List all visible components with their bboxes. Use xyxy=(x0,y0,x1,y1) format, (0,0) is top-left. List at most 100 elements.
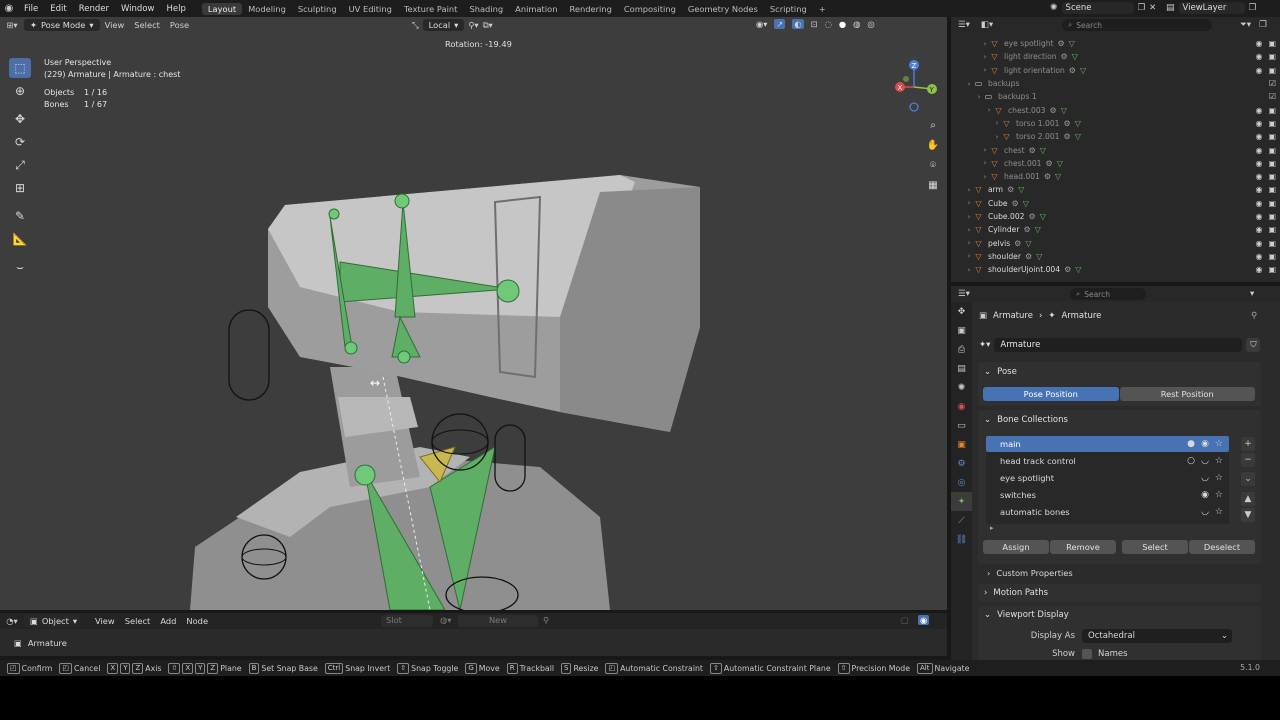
render-camera-icon[interactable]: ▣ xyxy=(1268,212,1276,221)
pose-panel-header[interactable]: ⌄ Pose xyxy=(978,362,1261,382)
eye-icon[interactable]: ◉ xyxy=(1201,490,1209,500)
mesh-data-icon[interactable]: ▽ xyxy=(1080,66,1086,75)
pan-hand-icon[interactable]: ✋ xyxy=(924,136,942,154)
mesh-data-icon[interactable]: ▽ xyxy=(1057,159,1063,168)
render-camera-icon[interactable]: ▣ xyxy=(1268,52,1276,61)
expand-arrow-icon[interactable]: › xyxy=(993,119,1001,127)
scale-tool-icon[interactable]: ⤢ xyxy=(9,155,31,175)
tab-layout[interactable]: Layout xyxy=(201,2,243,15)
editor-type-icon[interactable]: ☰▾ xyxy=(951,20,977,30)
eye-closed-icon[interactable]: ◡ xyxy=(1201,456,1209,466)
display-as-dropdown[interactable]: Octahedral ⌄ xyxy=(1082,629,1232,643)
shading-rendered-icon[interactable]: ◎ xyxy=(867,19,874,29)
render-camera-icon[interactable]: ▣ xyxy=(1268,185,1276,194)
bone-size-tool-icon[interactable]: ⌣ xyxy=(9,257,31,277)
expand-list-icon[interactable]: ▸ xyxy=(990,524,994,532)
tab-scripting[interactable]: Scripting xyxy=(764,3,813,15)
bone-collection-item[interactable]: main ● ◉ ☆ xyxy=(986,436,1229,452)
outliner-row[interactable]: › ▽ chest.001 ⚙ ▽ ◉ ▣ xyxy=(951,157,1280,170)
collection-checkbox-icon[interactable]: ☑ xyxy=(1269,79,1276,88)
pose-position-button[interactable]: Pose Position xyxy=(983,387,1119,401)
gizmo-toggle-icon[interactable]: ↗ xyxy=(774,19,786,29)
outliner-row[interactable]: › ▽ chest.003 ⚙ ▽ ◉ ▣ xyxy=(951,104,1280,117)
expand-arrow-icon[interactable]: › xyxy=(965,199,973,207)
outliner-search-input[interactable]: ⌕ Search xyxy=(1062,19,1212,31)
datablock-name-field[interactable]: Armature xyxy=(994,338,1243,352)
render-camera-icon[interactable]: ▣ xyxy=(1268,132,1276,141)
menu-view[interactable]: View xyxy=(100,20,130,30)
shading-material-icon[interactable]: ◍ xyxy=(853,19,860,29)
eye-icon[interactable]: ◉ xyxy=(1255,239,1262,248)
render-camera-icon[interactable]: ▣ xyxy=(1268,66,1276,75)
expand-arrow-icon[interactable]: › xyxy=(965,213,973,221)
outliner-row[interactable]: › ▭ backups ☑ xyxy=(951,77,1280,90)
material-browse-icon[interactable]: ◍▾ xyxy=(440,615,451,625)
star-icon[interactable]: ☆ xyxy=(1215,473,1223,483)
expand-arrow-icon[interactable]: › xyxy=(981,53,989,61)
select-button[interactable]: Select xyxy=(1122,540,1188,554)
menu-edit[interactable]: Edit xyxy=(44,4,72,14)
eye-icon[interactable]: ◉ xyxy=(1255,225,1262,234)
armature-data-icon[interactable]: ✦▾ xyxy=(979,340,990,350)
expand-arrow-icon[interactable]: › xyxy=(993,133,1001,141)
custom-properties-subpanel[interactable]: › Custom Properties xyxy=(987,565,1073,581)
gizmo-neg-y[interactable] xyxy=(903,76,909,82)
tab-render-icon[interactable]: ▣ xyxy=(951,321,972,340)
remove-collection-icon[interactable]: − xyxy=(1241,453,1255,467)
menu-view[interactable]: View xyxy=(90,616,120,626)
outliner-row[interactable]: › ▽ light direction ⚙ ▽ ◉ ▣ xyxy=(951,50,1280,63)
collection-menu-icon[interactable]: ⌄ xyxy=(1241,472,1255,486)
mesh-data-icon[interactable]: ▽ xyxy=(1018,185,1024,194)
render-camera-icon[interactable]: ▣ xyxy=(1268,199,1276,208)
overlay-icon[interactable]: ◉ xyxy=(918,615,930,625)
bone-collection-item[interactable]: eye spotlight ◡ ☆ xyxy=(986,470,1229,486)
eye-icon[interactable]: ◉ xyxy=(1255,52,1262,61)
menu-select[interactable]: Select xyxy=(120,616,156,626)
annotate-tool-icon[interactable]: ✎ xyxy=(9,206,31,226)
shading-solid-icon[interactable]: ● xyxy=(839,19,846,29)
active-dot-icon[interactable]: ● xyxy=(1187,439,1195,449)
mesh-data-icon[interactable]: ▽ xyxy=(1055,172,1061,181)
modifier-icon[interactable]: ⚙ xyxy=(1069,66,1076,75)
viewport-display-header[interactable]: ⌄ Viewport Display xyxy=(978,606,1261,624)
delete-scene-icon[interactable]: ✕ xyxy=(1149,3,1156,13)
zoom-icon[interactable]: ⌕ xyxy=(924,116,942,134)
eye-icon[interactable]: ◉ xyxy=(1255,146,1262,155)
menu-add[interactable]: Add xyxy=(155,616,181,626)
expand-arrow-icon[interactable]: › xyxy=(965,226,973,234)
mode-dropdown[interactable]: ✦ Pose Mode ▾ xyxy=(24,19,100,31)
outliner-row[interactable]: › ▽ chest ⚙ ▽ ◉ ▣ xyxy=(951,143,1280,156)
visibility-icon[interactable]: ◉▾ xyxy=(756,19,767,29)
eye-icon[interactable]: ◉ xyxy=(1255,172,1262,181)
orientation-dropdown[interactable]: Local ▾ xyxy=(422,19,465,31)
new-collection-icon[interactable]: ❐ xyxy=(1259,20,1267,30)
rest-position-button[interactable]: Rest Position xyxy=(1119,387,1255,401)
tab-animation[interactable]: Animation xyxy=(509,3,563,15)
mesh-data-icon[interactable]: ▽ xyxy=(1040,146,1046,155)
camera-view-icon[interactable]: ⌾ xyxy=(924,156,942,174)
bone-collections-header[interactable]: ⌄ Bone Collections xyxy=(978,410,1261,430)
snap-icon[interactable]: ▢ xyxy=(901,615,909,625)
modifier-icon[interactable]: ⚙ xyxy=(1046,159,1053,168)
cursor-tool-icon[interactable]: ⊕ xyxy=(9,81,31,101)
breadcrumb-data[interactable]: Armature xyxy=(1061,311,1101,321)
star-icon[interactable]: ☆ xyxy=(1215,456,1223,466)
render-camera-icon[interactable]: ▣ xyxy=(1268,239,1276,248)
menu-file[interactable]: File xyxy=(18,4,44,14)
add-collection-icon[interactable]: + xyxy=(1241,437,1255,451)
expand-arrow-icon[interactable]: › xyxy=(981,159,989,167)
collection-checkbox-icon[interactable]: ☑ xyxy=(1269,92,1276,101)
tab-object-icon[interactable]: ▣ xyxy=(951,435,972,454)
breadcrumb-object[interactable]: Armature xyxy=(993,311,1033,321)
chevron-down-icon[interactable]: ▾ xyxy=(1250,289,1254,299)
render-camera-icon[interactable]: ▣ xyxy=(1268,225,1276,234)
mesh-data-icon[interactable]: ▽ xyxy=(1075,265,1081,274)
modifier-icon[interactable]: ⚙ xyxy=(1061,52,1068,61)
tab-modeling[interactable]: Modeling xyxy=(242,3,292,15)
render-camera-icon[interactable]: ▣ xyxy=(1268,252,1276,261)
navigation-gizmo[interactable]: Z Y X xyxy=(888,57,940,115)
render-camera-icon[interactable]: ▣ xyxy=(1268,159,1276,168)
outliner-row[interactable]: › ▭ backups 1 ☑ xyxy=(951,90,1280,103)
modifier-icon[interactable]: ⚙ xyxy=(1007,185,1014,194)
outliner[interactable]: ☰▾ ◧▾ ⌕ Search ⏷▾ ❐ › ▽ eye spotlight ⚙ ▽ ◉ ▣ ›… xyxy=(951,17,1280,282)
